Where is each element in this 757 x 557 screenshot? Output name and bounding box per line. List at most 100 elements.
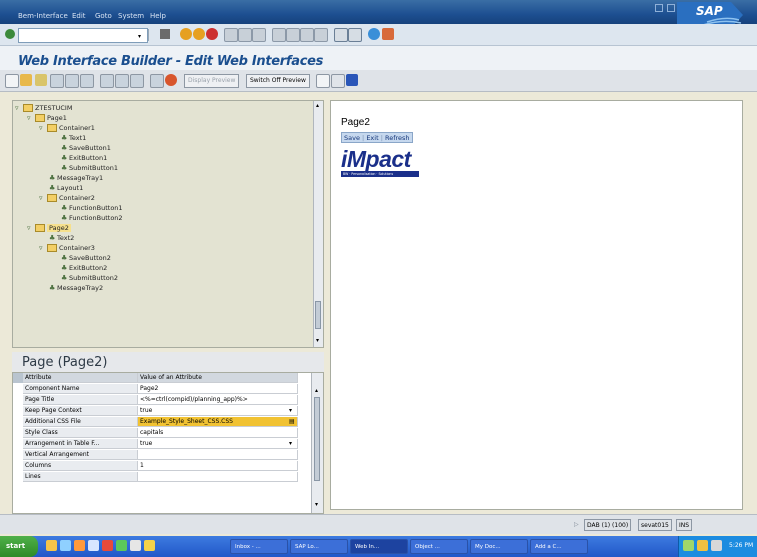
tree-node-page[interactable]: ▿ Page1 bbox=[27, 113, 67, 123]
tree-node-container[interactable]: ▿ Container1 bbox=[39, 123, 95, 133]
value-field-selected[interactable]: Example_Style_Sheet_CSS.CSS bbox=[138, 417, 298, 427]
value-field[interactable]: true bbox=[138, 439, 298, 449]
activate-icon[interactable] bbox=[50, 74, 64, 88]
table-row[interactable]: Columns 1 bbox=[13, 461, 311, 471]
menu-edit[interactable]: Edit bbox=[72, 12, 86, 20]
hierarchy-icon[interactable] bbox=[100, 74, 114, 88]
layout-menu-icon[interactable] bbox=[382, 28, 394, 40]
find-next-icon[interactable] bbox=[252, 28, 266, 42]
tree-node-container[interactable]: ▿ Container3 bbox=[39, 243, 95, 253]
delete-icon[interactable] bbox=[165, 74, 177, 86]
value-field[interactable]: 1 bbox=[138, 461, 298, 471]
first-page-icon[interactable] bbox=[272, 28, 286, 42]
table-row[interactable]: Vertical Arrangement bbox=[13, 450, 311, 460]
tray-network-icon[interactable] bbox=[683, 540, 694, 551]
table-row[interactable]: Additional CSS File Example_Style_Sheet_… bbox=[13, 417, 311, 427]
tree-node-element[interactable]: ♣ MessageTray2 bbox=[49, 283, 103, 293]
tree-node-element[interactable]: ♣ SubmitButton1 bbox=[61, 163, 118, 173]
value-field[interactable] bbox=[138, 472, 298, 482]
create-shortcut-icon[interactable] bbox=[348, 28, 362, 42]
layout-icon[interactable] bbox=[331, 74, 345, 88]
print-icon[interactable] bbox=[224, 28, 238, 42]
scroll-down-icon[interactable]: ▾ bbox=[316, 337, 319, 344]
taskbar-my-documents[interactable]: My Doc... bbox=[470, 539, 528, 554]
document-icon[interactable] bbox=[316, 74, 330, 88]
expand-icon[interactable]: ▿ bbox=[27, 113, 35, 123]
menu-goto[interactable]: Goto bbox=[95, 12, 112, 20]
maximize-icon[interactable] bbox=[667, 4, 675, 12]
tree-node-element[interactable]: ♣ SaveButton2 bbox=[61, 253, 111, 263]
select-all-icon[interactable] bbox=[13, 373, 23, 383]
next-page-icon[interactable] bbox=[300, 28, 314, 42]
properties-scroll-thumb[interactable] bbox=[314, 397, 320, 481]
quicklaunch-icon[interactable] bbox=[144, 540, 155, 551]
tree-node-element[interactable]: ♣ ExitButton2 bbox=[61, 263, 107, 273]
tree-scroll-thumb[interactable] bbox=[315, 301, 321, 329]
enter-icon[interactable] bbox=[5, 29, 15, 39]
menu-system[interactable]: System bbox=[118, 12, 144, 20]
table-row[interactable]: Component Name Page2 bbox=[13, 384, 311, 394]
command-dropdown-icon[interactable]: ▾ bbox=[138, 33, 141, 40]
previous-page-icon[interactable] bbox=[286, 28, 300, 42]
dropdown-icon[interactable]: ▾ bbox=[289, 439, 292, 449]
menu-bem-interface[interactable]: Bem-Interface bbox=[18, 12, 68, 20]
expand-icon[interactable]: ▿ bbox=[39, 243, 47, 253]
back-icon[interactable] bbox=[180, 28, 192, 40]
last-page-icon[interactable] bbox=[314, 28, 328, 42]
expand-icon[interactable]: ▿ bbox=[39, 193, 47, 203]
value-help-icon[interactable]: ▤ bbox=[289, 417, 295, 427]
cancel-icon[interactable] bbox=[206, 28, 218, 40]
tree-node-element[interactable]: ♣ Layout1 bbox=[49, 183, 83, 193]
quicklaunch-icon[interactable] bbox=[102, 540, 113, 551]
table-row[interactable]: Page Title <%=ctrl(compid)/planning_app)… bbox=[13, 395, 311, 405]
exit-icon[interactable] bbox=[193, 28, 205, 40]
tree-node-root[interactable]: ▿ ZTESTUCIM bbox=[15, 103, 72, 113]
tree-node-element[interactable]: ♣ ExitButton1 bbox=[61, 153, 107, 163]
other-object-icon[interactable] bbox=[5, 74, 19, 88]
tree-node-page-selected[interactable]: ▿ Page2 bbox=[27, 223, 71, 233]
tree-node-element[interactable]: ♣ Text2 bbox=[49, 233, 74, 243]
tree-node-element[interactable]: ♣ Text1 bbox=[61, 133, 86, 143]
scroll-down-icon[interactable]: ▾ bbox=[315, 501, 318, 508]
test-icon[interactable] bbox=[65, 74, 79, 88]
tree-node-element[interactable]: ♣ SubmitButton2 bbox=[61, 273, 118, 283]
table-row[interactable]: Arrangement in Table F... true ▾ bbox=[13, 439, 311, 449]
display-preview-button[interactable]: Display Preview bbox=[184, 74, 240, 88]
scroll-up-icon[interactable]: ▴ bbox=[316, 102, 319, 109]
help-icon[interactable] bbox=[368, 28, 380, 40]
quicklaunch-icon[interactable] bbox=[130, 540, 141, 551]
preview-save-button[interactable]: Save bbox=[344, 134, 360, 142]
tray-app-icon[interactable] bbox=[711, 540, 722, 551]
menu-help[interactable]: Help bbox=[150, 12, 166, 20]
tray-volume-icon[interactable] bbox=[697, 540, 708, 551]
properties-scrollbar[interactable]: ▴ ▾ bbox=[311, 373, 323, 513]
quicklaunch-icon[interactable] bbox=[60, 540, 71, 551]
quicklaunch-icon[interactable] bbox=[88, 540, 99, 551]
display-object-list-icon[interactable] bbox=[115, 74, 129, 88]
quicklaunch-icon[interactable] bbox=[74, 540, 85, 551]
value-field[interactable]: Page2 bbox=[138, 384, 298, 394]
status-expand-icon[interactable]: ▷ bbox=[574, 521, 579, 528]
expand-icon[interactable]: ▿ bbox=[27, 223, 35, 233]
taskbar-add-component[interactable]: Add a C... bbox=[530, 539, 588, 554]
taskbar-sap-logon[interactable]: SAP Lo... bbox=[290, 539, 348, 554]
save-icon[interactable] bbox=[160, 29, 170, 39]
dropdown-icon[interactable]: ▾ bbox=[289, 406, 292, 416]
taskbar-web-interface[interactable]: Web In... bbox=[350, 539, 408, 554]
taskbar-inbox[interactable]: Inbox - ... bbox=[230, 539, 288, 554]
expand-icon[interactable]: ▿ bbox=[39, 123, 47, 133]
value-field[interactable] bbox=[138, 450, 298, 460]
table-row[interactable]: Lines bbox=[13, 472, 311, 482]
navigation-window-icon[interactable] bbox=[130, 74, 144, 88]
preview-exit-button[interactable]: Exit bbox=[366, 134, 378, 142]
info-icon[interactable] bbox=[346, 74, 358, 86]
quicklaunch-icon[interactable] bbox=[116, 540, 127, 551]
minimize-icon[interactable] bbox=[655, 4, 663, 12]
tree-node-element[interactable]: ♣ SaveButton1 bbox=[61, 143, 111, 153]
table-row[interactable]: Keep Page Context true ▾ bbox=[13, 406, 311, 416]
value-field[interactable]: true bbox=[138, 406, 298, 416]
find-icon[interactable] bbox=[238, 28, 252, 42]
switch-off-preview-button[interactable]: Switch Off Preview bbox=[246, 74, 310, 88]
change-display-icon[interactable] bbox=[20, 74, 32, 86]
value-field[interactable]: <%=ctrl(compid)/planning_app)%> bbox=[138, 395, 298, 405]
